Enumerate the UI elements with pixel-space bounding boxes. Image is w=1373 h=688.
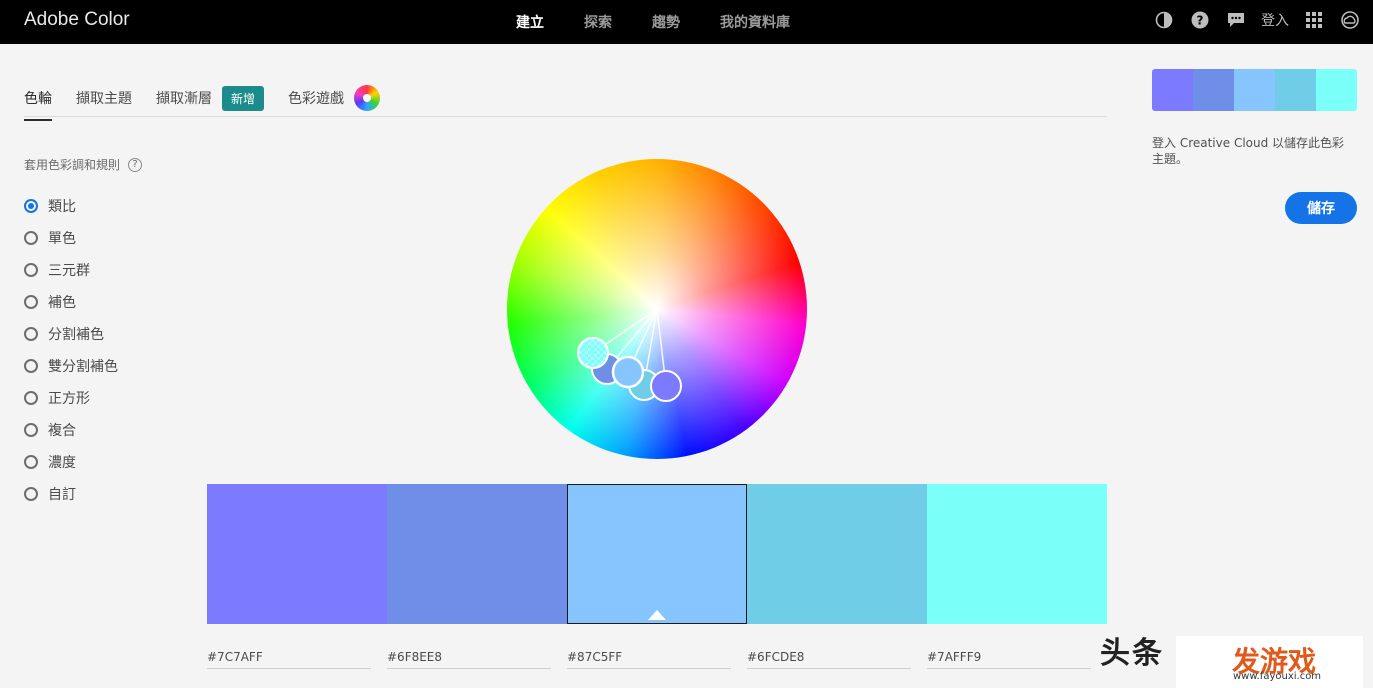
radio-icon[interactable]: [24, 359, 38, 373]
swatch-4[interactable]: [747, 484, 927, 624]
top-right-tools: ? 登入: [1153, 9, 1361, 31]
tabs-divider: [24, 116, 1107, 117]
help-circle-icon[interactable]: ?: [128, 157, 143, 172]
chat-icon[interactable]: [1225, 9, 1247, 31]
harmony-rule-label: 套用色彩調和規則: [24, 158, 121, 172]
hex-input-5[interactable]: #7AFFF9: [927, 650, 1091, 669]
rule-label: 類比: [48, 199, 76, 215]
rule-compound[interactable]: 複合: [24, 414, 118, 446]
svg-text:?: ?: [1197, 14, 1204, 28]
nav-explore[interactable]: 探索: [584, 12, 612, 32]
rule-monochromatic[interactable]: 單色: [24, 222, 118, 254]
tab-color-wheel[interactable]: 色輪: [24, 78, 52, 121]
rule-label: 正方形: [48, 391, 90, 407]
signin-note: 登入 Creative Cloud 以儲存此色彩主題。: [1152, 136, 1345, 166]
watermark-url: www.fayouxi.com: [1233, 671, 1322, 682]
new-badge: 新增: [222, 85, 265, 111]
hex-input-2[interactable]: #6F8EE8: [387, 650, 551, 669]
signin-link[interactable]: 登入: [1261, 10, 1289, 30]
selected-triangle-icon: [648, 610, 666, 620]
rule-custom[interactable]: 自訂: [24, 478, 118, 510]
color-wheel[interactable]: [507, 159, 807, 459]
rule-label: 單色: [48, 231, 76, 247]
radio-icon[interactable]: [24, 295, 38, 309]
rule-triad[interactable]: 三元群: [24, 254, 118, 286]
top-bar: Adobe Color 建立 探索 趨勢 我的資料庫 ? 登入: [0, 0, 1373, 44]
apps-grid-icon[interactable]: [1303, 9, 1325, 31]
rule-analogous[interactable]: 類比: [24, 190, 118, 222]
nav-my-library[interactable]: 我的資料庫: [720, 12, 790, 32]
rule-label: 雙分割補色: [48, 359, 118, 375]
wheel-handle-1[interactable]: [650, 370, 682, 402]
color-game-icon[interactable]: [354, 85, 381, 111]
rule-label: 濃度: [48, 455, 76, 471]
radio-icon[interactable]: [24, 455, 38, 469]
hex-values: #7C7AFF #6F8EE8 #87C5FF #6FCDE8 #7AFFF9: [207, 650, 1107, 669]
harmony-rule-list: 類比 單色 三元群 補色 分割補色 雙分割補色 正方形 複合 濃度 自訂: [24, 190, 118, 510]
preview-color-1: [1152, 69, 1193, 111]
radio-icon[interactable]: [24, 327, 38, 341]
swatch-2[interactable]: [387, 484, 567, 624]
preview-color-5: [1316, 69, 1357, 111]
watermark-text: 头条: [1100, 636, 1164, 671]
radio-icon[interactable]: [24, 391, 38, 405]
radio-icon[interactable]: [24, 423, 38, 437]
top-nav: 建立 探索 趨勢 我的資料庫: [516, 12, 790, 32]
preview-color-3: [1234, 69, 1275, 111]
help-icon[interactable]: ?: [1189, 9, 1211, 31]
rule-split-complementary[interactable]: 分割補色: [24, 318, 118, 350]
creative-cloud-icon[interactable]: [1339, 9, 1361, 31]
rule-complementary[interactable]: 補色: [24, 286, 118, 318]
hex-input-4[interactable]: #6FCDE8: [747, 650, 911, 669]
tab-color-game[interactable]: 色彩遊戲: [288, 78, 344, 118]
save-button[interactable]: 儲存: [1285, 192, 1357, 224]
radio-icon[interactable]: [24, 487, 38, 501]
radio-icon[interactable]: [24, 231, 38, 245]
color-wheel-handles: [577, 308, 682, 402]
palette-swatches: [207, 484, 1107, 624]
radio-icon[interactable]: [24, 263, 38, 277]
swatch-1[interactable]: [207, 484, 387, 624]
nav-trends[interactable]: 趨勢: [652, 12, 680, 32]
brand-logo[interactable]: Adobe Color: [24, 9, 130, 31]
theme-preview: [1152, 69, 1357, 111]
hex-input-1[interactable]: #7C7AFF: [207, 650, 371, 669]
wheel-handle-3-selected[interactable]: [611, 355, 645, 389]
harmony-rule-title: 套用色彩調和規則 ?: [24, 156, 143, 173]
swatch-3-selected[interactable]: [567, 484, 747, 624]
rule-label: 複合: [48, 423, 76, 439]
rule-double-split-complementary[interactable]: 雙分割補色: [24, 350, 118, 382]
rule-square[interactable]: 正方形: [24, 382, 118, 414]
preview-color-4: [1275, 69, 1316, 111]
tab-extract-theme[interactable]: 擷取主題: [76, 78, 132, 118]
rule-shades[interactable]: 濃度: [24, 446, 118, 478]
swatch-5[interactable]: [927, 484, 1107, 624]
nav-create[interactable]: 建立: [516, 12, 544, 32]
radio-selected-icon[interactable]: [24, 199, 38, 213]
rule-label: 自訂: [48, 487, 76, 503]
contrast-icon[interactable]: [1153, 9, 1175, 31]
rule-label: 三元群: [48, 263, 90, 279]
mode-tabs: 色輪 擷取主題 擷取漸層 新增 色彩遊戲: [24, 78, 381, 121]
hex-input-3[interactable]: #87C5FF: [567, 650, 731, 669]
rule-label: 分割補色: [48, 327, 104, 343]
rule-label: 補色: [48, 295, 76, 311]
tab-extract-gradient[interactable]: 擷取漸層: [156, 78, 212, 118]
preview-color-2: [1193, 69, 1234, 111]
